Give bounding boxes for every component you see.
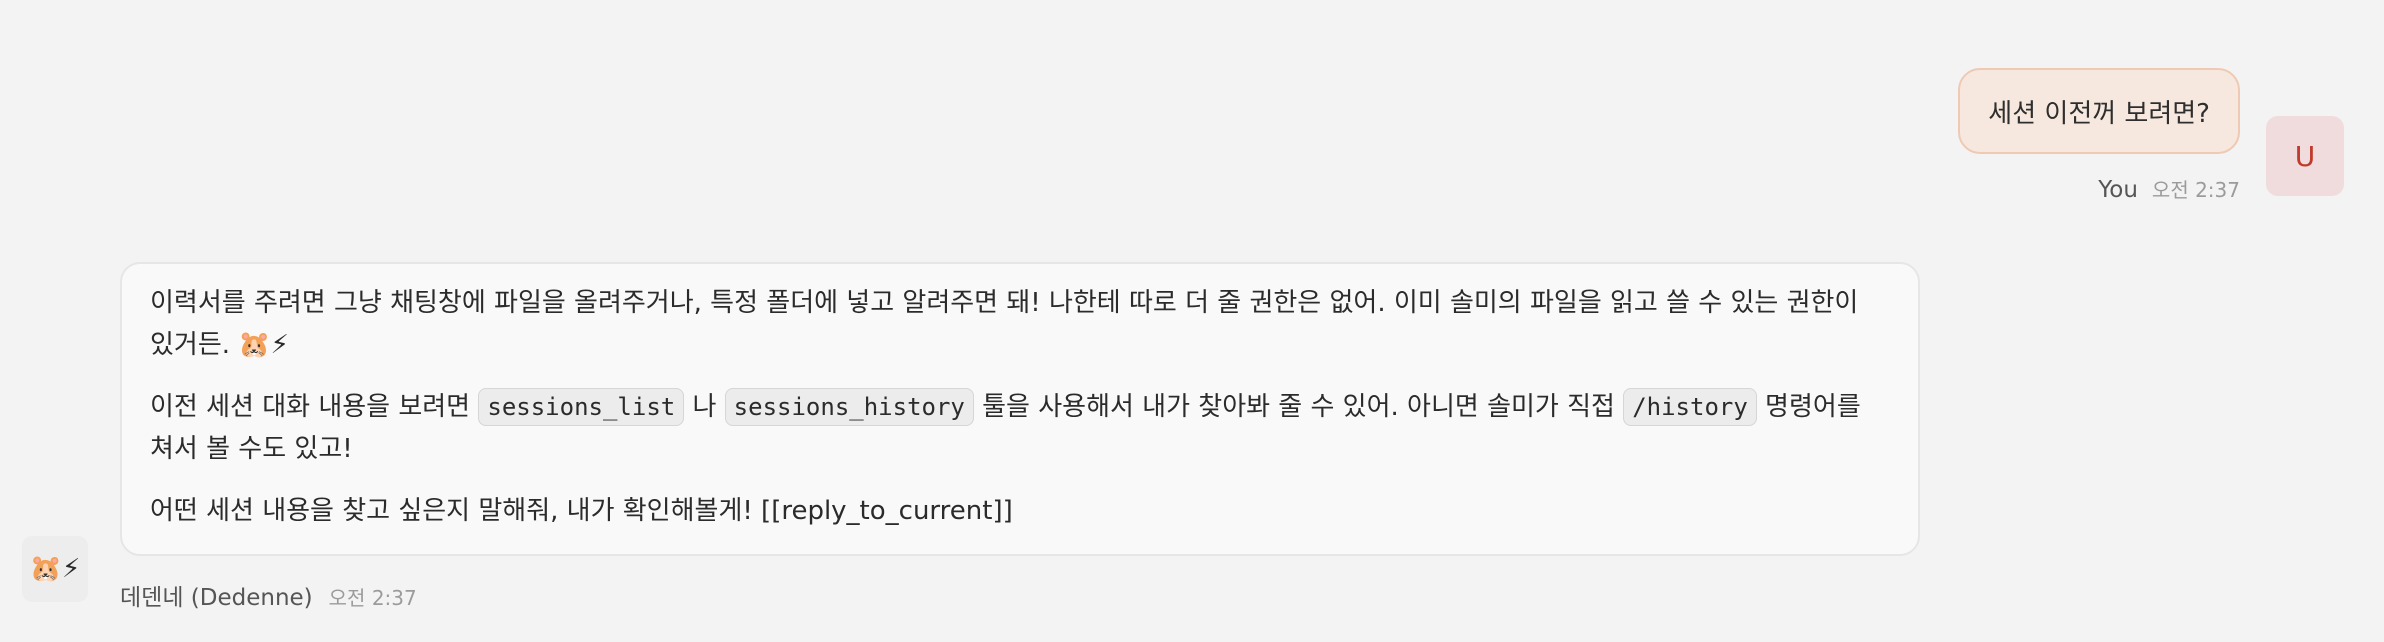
assistant-paragraph-1: 이력서를 주려면 그냥 채팅창에 파일을 올려주거나, 특정 폴더에 넣고 알려… (150, 288, 1859, 360)
user-message-meta: You 오전 2:37 (2098, 174, 2240, 203)
assistant-paragraph-2: 이전 세션 대화 내용을 보려면 sessions_list 나 session… (150, 386, 1890, 470)
code-sessions-history: sessions_history (724, 388, 974, 426)
assistant-message-bubble: 이력서를 주려면 그냥 채팅창에 파일을 올려주거나, 특정 폴더에 넣고 알려… (120, 262, 1920, 556)
assistant-sender-name: 데덴네 (Dedenne) (120, 585, 313, 611)
user-message-text: 세션 이전꺼 보려면? (1988, 98, 2210, 129)
user-message-bubble: 세션 이전꺼 보려면? (1958, 68, 2240, 154)
hamster-lightning-icon: 🐹⚡ (29, 554, 81, 584)
user-avatar: U (2266, 116, 2344, 196)
paragraph-2-text-1: 이전 세션 대화 내용을 보려면 (150, 392, 479, 422)
assistant-avatar: 🐹⚡ (22, 536, 88, 602)
assistant-message-meta: 데덴네 (Dedenne) 오전 2:37 (120, 578, 417, 612)
user-message-time: 오전 2:37 (2151, 178, 2240, 202)
paragraph-2-text-3: 툴을 사용해서 내가 찾아봐 줄 수 있어. 아니면 솔미가 직접 (973, 392, 1624, 422)
code-history-command: /history (1623, 388, 1757, 426)
assistant-paragraph-3: 어떤 세션 내용을 찾고 싶은지 말해줘, 내가 확인해볼게! [[reply_… (150, 496, 1013, 526)
code-sessions-list: sessions_list (478, 388, 685, 426)
user-message-group: 세션 이전꺼 보려면? U You 오전 2:37 (1584, 66, 2344, 206)
assistant-message-time: 오전 2:37 (328, 586, 417, 610)
user-sender-name: You (2098, 177, 2138, 203)
user-avatar-letter: U (2294, 139, 2316, 173)
paragraph-2-text-2: 나 (684, 392, 725, 422)
